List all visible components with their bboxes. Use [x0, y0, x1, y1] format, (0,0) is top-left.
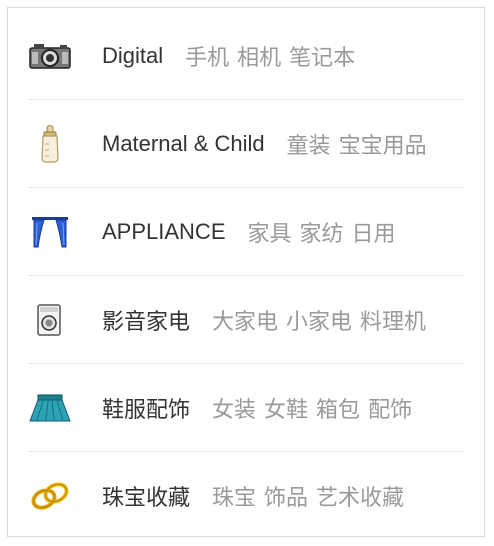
subcategory-list: 女装 女鞋 箱包 配饰 [212, 392, 412, 424]
subcategory-link[interactable]: 手机 [185, 45, 229, 70]
subcategory-link[interactable]: 笔记本 [289, 45, 355, 70]
subcategory-link[interactable]: 家纺 [300, 221, 344, 246]
category-row-maternal-child[interactable]: Maternal & Child 童装 宝宝用品 [28, 100, 464, 188]
subcategory-link[interactable]: 女装 [212, 397, 256, 422]
camera-icon [28, 36, 80, 76]
subcategory-link[interactable]: 女鞋 [264, 397, 308, 422]
subcategory-link[interactable]: 相机 [237, 45, 281, 70]
category-title[interactable]: Maternal & Child [102, 131, 265, 157]
subcategory-link[interactable]: 童装 [287, 133, 331, 158]
category-row-digital[interactable]: Digital 手机 相机 笔记本 [28, 12, 464, 100]
subcategory-list: 家具 家纺 日用 [248, 216, 396, 248]
category-panel: Digital 手机 相机 笔记本 Maternal & Child 童装 宝宝用品 [7, 7, 485, 537]
subcategory-list: 大家电 小家电 料理机 [212, 304, 426, 336]
subcategory-link[interactable]: 珠宝 [212, 485, 256, 510]
subcategory-list: 手机 相机 笔记本 [185, 40, 355, 72]
category-row-av-appliances[interactable]: 影音家电 大家电 小家电 料理机 [28, 276, 464, 364]
subcategory-list: 珠宝 饰品 艺术收藏 [212, 480, 404, 512]
subcategory-link[interactable]: 大家电 [212, 309, 278, 334]
category-title[interactable]: APPLIANCE [102, 219, 226, 245]
subcategory-link[interactable]: 配饰 [368, 397, 412, 422]
subcategory-link[interactable]: 艺术收藏 [316, 485, 404, 510]
rings-icon [28, 476, 80, 516]
category-row-appliance[interactable]: APPLIANCE 家具 家纺 日用 [28, 188, 464, 276]
skirt-icon [28, 388, 80, 428]
subcategory-link[interactable]: 料理机 [360, 309, 426, 334]
subcategory-link[interactable]: 小家电 [286, 309, 352, 334]
category-title[interactable]: 珠宝收藏 [102, 480, 190, 512]
curtain-icon [28, 212, 80, 252]
washing-machine-icon [28, 300, 80, 340]
category-title[interactable]: 鞋服配饰 [102, 392, 190, 424]
subcategory-link[interactable]: 家具 [248, 221, 292, 246]
subcategory-link[interactable]: 箱包 [316, 397, 360, 422]
subcategory-link[interactable]: 日用 [352, 221, 396, 246]
subcategory-list: 童装 宝宝用品 [287, 128, 427, 160]
category-title[interactable]: 影音家电 [102, 304, 190, 336]
category-row-apparel[interactable]: 鞋服配饰 女装 女鞋 箱包 配饰 [28, 364, 464, 452]
subcategory-link[interactable]: 宝宝用品 [339, 133, 427, 158]
category-title[interactable]: Digital [102, 43, 163, 69]
baby-bottle-icon [28, 124, 80, 164]
subcategory-link[interactable]: 饰品 [264, 485, 308, 510]
category-row-jewelry[interactable]: 珠宝收藏 珠宝 饰品 艺术收藏 [28, 452, 464, 540]
